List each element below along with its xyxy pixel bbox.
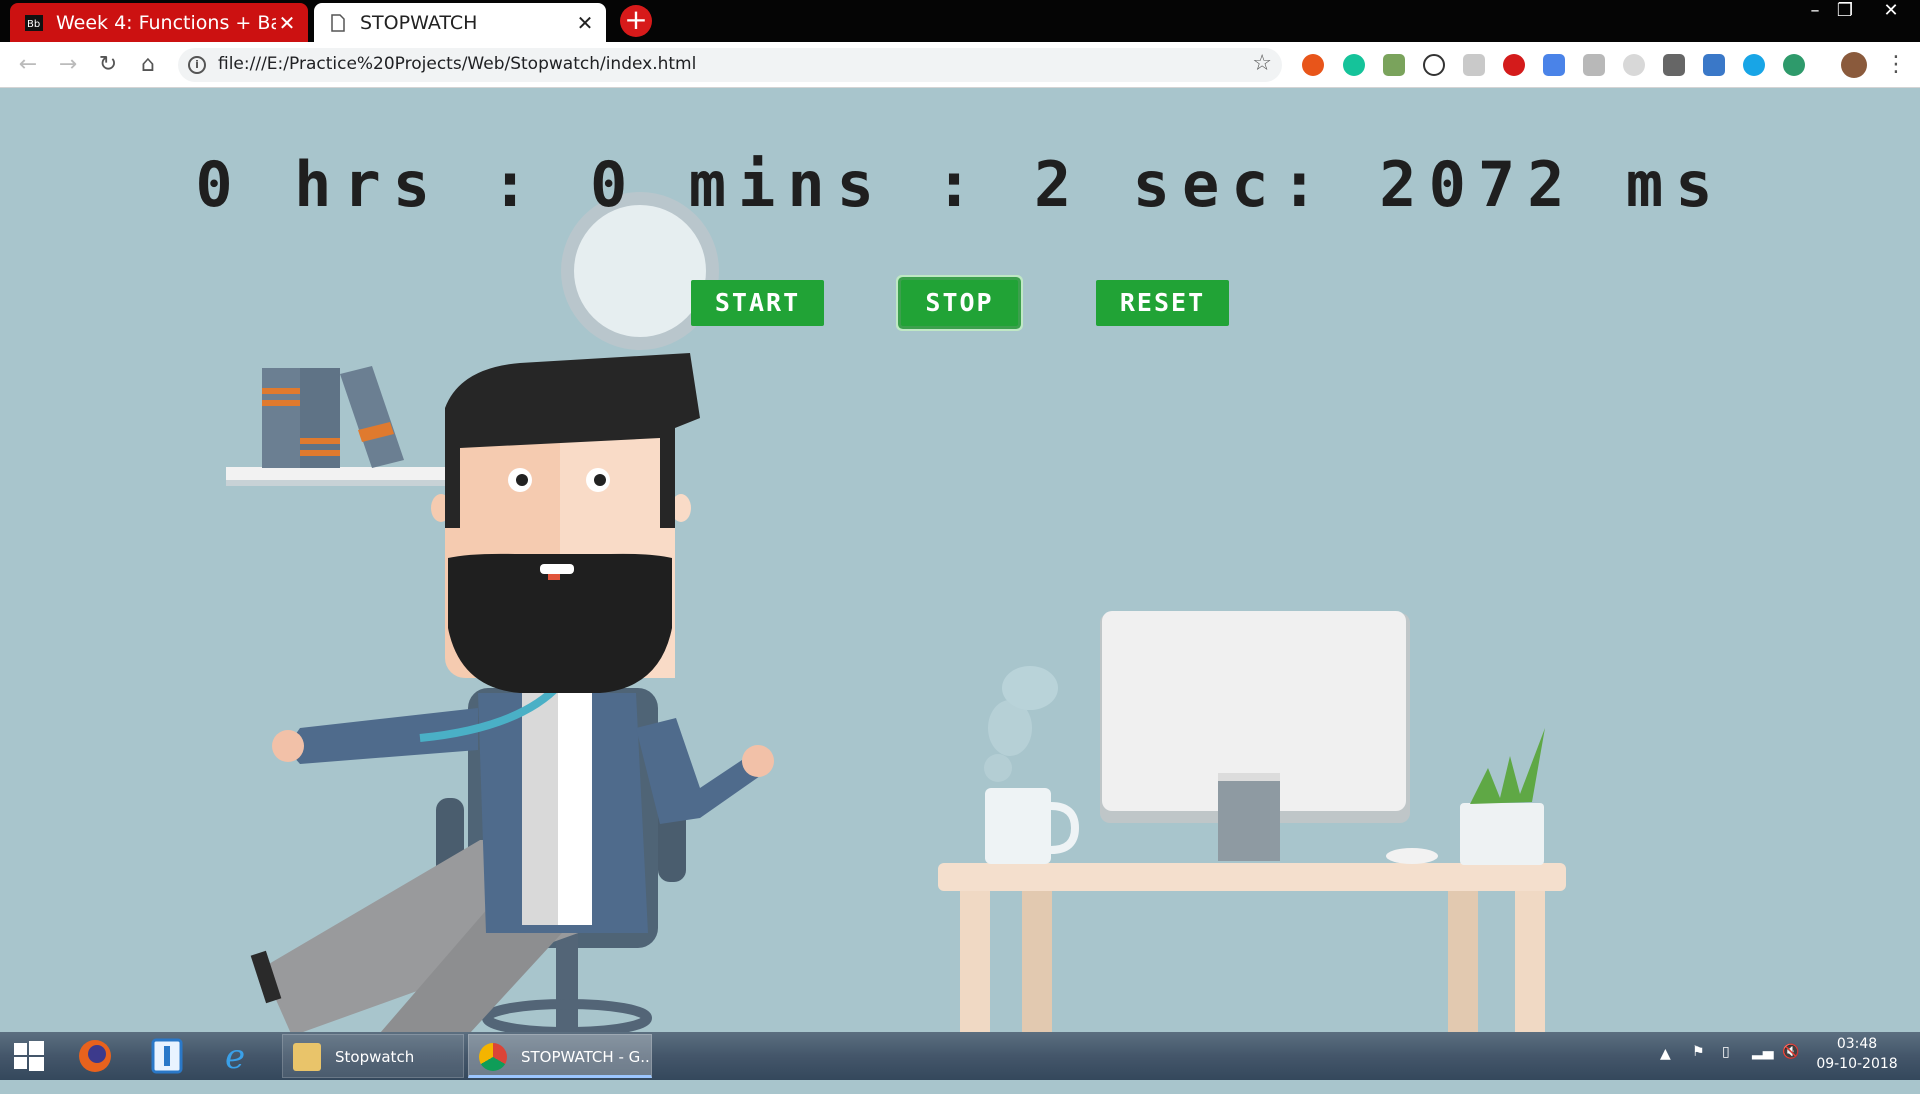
home-icon[interactable]: ⌂ [134, 51, 162, 79]
tab-stopwatch[interactable]: STOPWATCH ✕ [314, 3, 606, 42]
chrome-icon [479, 1043, 507, 1071]
svg-text:Bb: Bb [27, 19, 40, 30]
network-signal-icon[interactable]: ▂▄ [1752, 1044, 1774, 1092]
browser-toolbar: ← → ↻ ⌂ i file:///E:/Practice%20Projects… [0, 42, 1920, 88]
stopwatch-page: 0 hrs : 0 mins : 2 sec: 2072 ms START ST… [0, 88, 1920, 1032]
svg-text:e: e [225, 1038, 245, 1074]
close-window-button[interactable]: ✕ [1872, 0, 1910, 22]
taskbar-clock-date[interactable]: 09-10-2018 [1812, 1056, 1902, 1072]
skype-icon[interactable] [1743, 54, 1765, 76]
taskbar-app-label: Stopwatch [335, 1048, 415, 1066]
scan-icon[interactable] [1703, 54, 1725, 76]
computer-monitor-icon [1100, 611, 1438, 864]
adblock-icon[interactable] [1302, 54, 1324, 76]
office-illustration [226, 192, 1566, 1032]
taskbar-clock-time[interactable]: 03:48 [1812, 1036, 1902, 1052]
desk-icon [938, 863, 1566, 1032]
tab-title: STOPWATCH [360, 11, 478, 34]
tab-week4[interactable]: Bb Week 4: Functions + Bab ✕ [10, 3, 308, 42]
translate-icon[interactable] [1543, 54, 1565, 76]
windows-start-icon[interactable] [0, 1036, 58, 1076]
internet-explorer-icon[interactable]: e [210, 1036, 268, 1076]
taskbar-app-label: STOPWATCH - G... [521, 1048, 652, 1066]
forward-icon[interactable]: → [54, 51, 82, 79]
url-text: file:///E:/Practice%20Projects/Web/Stopw… [218, 54, 697, 74]
potted-plant-icon [1460, 728, 1545, 865]
sb-icon[interactable] [1423, 54, 1445, 76]
coffee-mug-icon [984, 666, 1080, 864]
taskbar-chrome-window[interactable]: STOPWATCH - G... [468, 1034, 652, 1078]
restore-button[interactable]: ❐ [1826, 0, 1864, 22]
bookshelf-icon [226, 366, 452, 486]
note-icon[interactable] [1463, 54, 1485, 76]
site-info-icon[interactable]: i [188, 56, 206, 74]
firefox-icon[interactable] [66, 1036, 124, 1076]
grammarly-icon[interactable] [1343, 54, 1365, 76]
profile-avatar[interactable] [1841, 52, 1867, 78]
battery-icon[interactable]: ▯ [1722, 1044, 1730, 1092]
tab-close-icon[interactable]: ✕ [574, 11, 596, 35]
bb-icon: Bb [24, 13, 44, 33]
back-icon[interactable]: ← [14, 51, 42, 79]
tab-close-icon[interactable]: ✕ [276, 11, 298, 35]
earth-icon[interactable] [1783, 54, 1805, 76]
reload-icon[interactable]: ↻ [94, 51, 122, 79]
volume-muted-icon[interactable]: 🔇 [1782, 1044, 1799, 1092]
bookmark-star-icon[interactable]: ☆ [1252, 51, 1272, 76]
cast-icon[interactable] [1663, 54, 1685, 76]
taskbar-stopwatch-folder[interactable]: Stopwatch [282, 1034, 464, 1078]
tab-title: Week 4: Functions + Bab [56, 11, 276, 34]
stop-button[interactable]: STOP [901, 280, 1018, 326]
opera-icon[interactable] [1503, 54, 1525, 76]
menu-icon[interactable]: ⋮ [1882, 51, 1910, 79]
stopwatch-display: 0 hrs : 0 mins : 2 sec: 2072 ms [195, 148, 1725, 221]
touch-app-icon[interactable] [138, 1036, 196, 1076]
cube-icon[interactable] [1583, 54, 1605, 76]
reset-button[interactable]: RESET [1096, 280, 1229, 326]
action-center-flag-icon[interactable]: ⚑ [1692, 1044, 1705, 1092]
start-button[interactable]: START [691, 280, 824, 326]
flower-icon[interactable] [1383, 54, 1405, 76]
browser-tab-strip: Bb Week 4: Functions + Bab ✕ STOPWATCH ✕… [0, 0, 1920, 42]
folder-icon [293, 1043, 321, 1071]
windows-taskbar: e Stopwatch STOPWATCH - G... ▲ ⚑ ▯ ▂▄ 🔇 … [0, 1032, 1920, 1080]
show-hidden-icons-icon[interactable]: ▲ [1660, 1046, 1671, 1094]
cloud-icon[interactable] [1623, 54, 1645, 76]
new-tab-button[interactable]: + [620, 5, 652, 37]
address-bar[interactable]: i file:///E:/Practice%20Projects/Web/Sto… [178, 48, 1282, 82]
page-icon [328, 13, 348, 33]
